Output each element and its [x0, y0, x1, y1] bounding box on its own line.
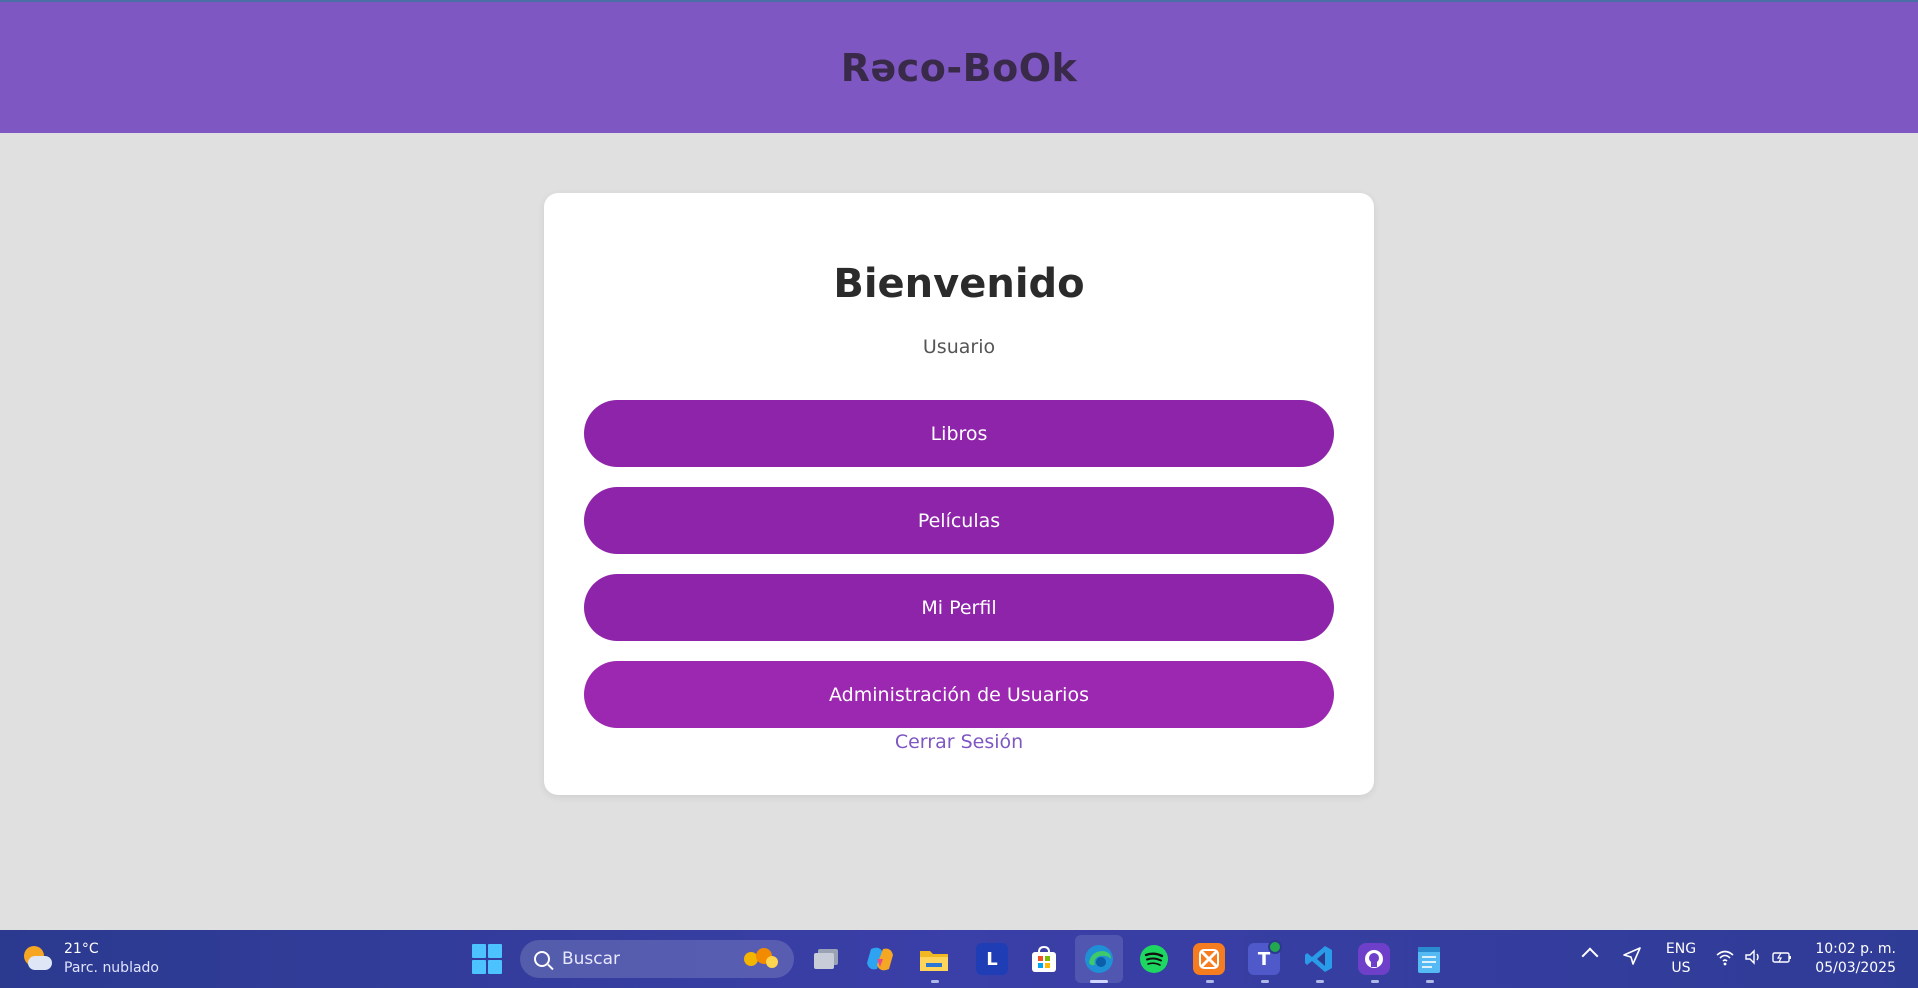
mi-perfil-button[interactable]: Mi Perfil: [584, 574, 1334, 641]
folder-running-indicator: [931, 980, 939, 983]
github-running-indicator: [1371, 980, 1379, 983]
welcome-title: Bienvenido: [833, 261, 1085, 307]
weather-desc: Parc. nublado: [64, 960, 159, 976]
weather-widget[interactable]: 21°C Parc. nublado: [20, 940, 159, 978]
app-header: Rəco-BoOk: [0, 0, 1918, 133]
vscode-icon[interactable]: [1303, 943, 1335, 975]
spotify-icon[interactable]: [1138, 943, 1170, 975]
flowers-icon: [740, 946, 782, 972]
username-label: Usuario: [922, 336, 996, 358]
teams-running-indicator: [1261, 980, 1269, 983]
volume-icon[interactable]: [1743, 947, 1763, 967]
admin-usuarios-button[interactable]: Administración de Usuarios: [584, 661, 1334, 728]
weather-temp: 21°C: [64, 941, 99, 957]
logout-link[interactable]: Cerrar Sesión: [544, 731, 1374, 753]
taskbar: 21°C Parc. nublado Buscar L T ENG US 10:…: [0, 930, 1918, 988]
system-clock[interactable]: 10:02 p. m. 05/03/2025: [1810, 940, 1896, 978]
taskbar-search[interactable]: Buscar: [520, 940, 794, 978]
clock-time: 10:02 p. m.: [1815, 941, 1896, 957]
peliculas-button[interactable]: Películas: [584, 487, 1334, 554]
app-title: Rəco-BoOk: [840, 45, 1078, 90]
store-icon[interactable]: [1028, 943, 1060, 975]
language-code: ENG: [1665, 941, 1697, 957]
welcome-card: Bienvenido Usuario Libros Películas Mi P…: [544, 193, 1374, 795]
vscode-running-indicator: [1316, 980, 1324, 983]
partly-cloudy-night-icon: [20, 942, 54, 976]
wifi-icon[interactable]: [1715, 947, 1735, 967]
xampp-running-indicator: [1206, 980, 1214, 983]
copilot-icon[interactable]: [864, 943, 896, 975]
xampp-icon[interactable]: [1193, 943, 1225, 975]
clock-date: 05/03/2025: [1815, 960, 1896, 976]
language-region: US: [1671, 960, 1691, 976]
libros-button[interactable]: Libros: [584, 400, 1334, 467]
l-app-icon[interactable]: L: [976, 943, 1008, 975]
github-icon[interactable]: [1358, 943, 1390, 975]
search-placeholder: Buscar: [562, 949, 621, 969]
battery-icon[interactable]: [1771, 947, 1791, 967]
edge-running-indicator: [1090, 980, 1108, 983]
notepad-running-indicator: [1426, 980, 1434, 983]
chevron-up-icon[interactable]: [1581, 947, 1599, 965]
teams-status-badge: [1268, 940, 1282, 954]
notepad-icon[interactable]: [1413, 943, 1445, 975]
location-icon[interactable]: [1622, 946, 1642, 966]
task-view-icon[interactable]: [810, 943, 842, 975]
edge-icon[interactable]: [1083, 943, 1115, 975]
search-icon: [534, 951, 550, 967]
folder-icon[interactable]: [918, 943, 950, 975]
windows-start-icon[interactable]: [472, 944, 502, 974]
language-indicator[interactable]: ENG US: [1664, 940, 1698, 978]
